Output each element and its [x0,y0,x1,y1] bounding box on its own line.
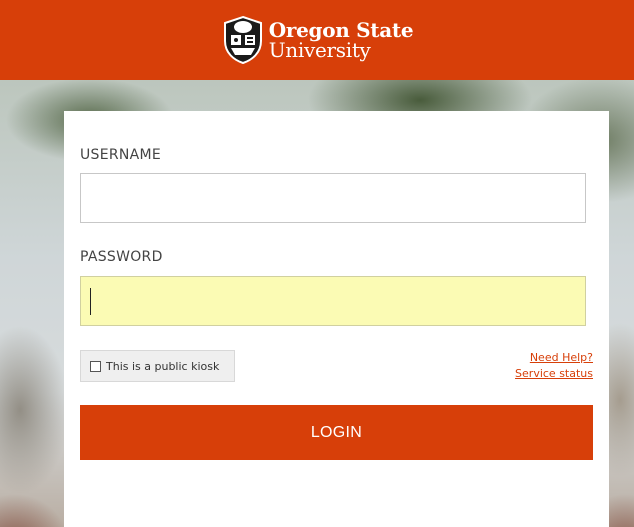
login-button[interactable]: LOGIN [80,405,593,460]
login-card: USERNAME PASSWORD This is a public kiosk… [64,111,609,527]
need-help-link[interactable]: Need Help? [515,351,593,364]
password-label: PASSWORD [80,249,163,265]
help-links: Need Help? Service status [515,351,593,380]
text-caret [90,288,91,315]
username-label: USERNAME [80,147,162,163]
osu-beaver-seal-icon [223,15,262,65]
osu-wordmark: Oregon State University [269,20,414,60]
brand-line-2: University [268,38,371,62]
osu-logo[interactable]: Oregon State University [221,15,414,65]
brand-line-1: Oregon State [268,18,414,42]
username-field[interactable] [80,173,586,223]
password-field[interactable] [80,276,586,326]
public-kiosk-checkbox[interactable] [90,360,101,372]
public-kiosk-label: This is a public kiosk [106,359,220,373]
public-kiosk-option[interactable]: This is a public kiosk [80,350,235,382]
site-header: Oregon State University [0,0,634,80]
service-status-link[interactable]: Service status [515,367,593,380]
